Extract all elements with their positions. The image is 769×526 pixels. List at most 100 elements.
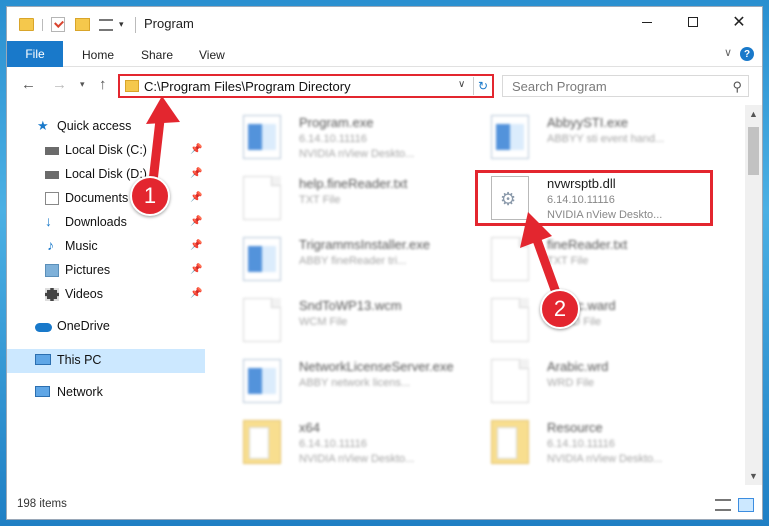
file-name: NetworkLicenseServer.exe bbox=[299, 359, 454, 374]
scroll-thumb[interactable] bbox=[748, 127, 759, 175]
file-item[interactable]: Arabic.ward WARD File bbox=[467, 290, 717, 348]
file-description: ABBY network licens... bbox=[299, 377, 411, 389]
sidebar-item-quick-access[interactable]: ★ Quick access bbox=[7, 115, 205, 139]
sidebar-item-label: Documents bbox=[65, 191, 129, 205]
music-icon: ♪ bbox=[47, 237, 54, 253]
up-arrow-icon[interactable]: ↑ bbox=[99, 76, 107, 93]
file-name: AbbyySTI.exe bbox=[547, 115, 628, 130]
folder-icon[interactable] bbox=[19, 18, 34, 31]
file-item[interactable]: AbbyySTI.exe ABBYY sti event hand... bbox=[467, 107, 717, 165]
sidebar-item-label: Downloads bbox=[65, 215, 127, 229]
folder-item[interactable]: Resource 6.14.10.11116 NVIDIA nView Desk… bbox=[467, 412, 717, 470]
file-name: TrigrammsInstaller.exe bbox=[299, 237, 430, 252]
file-item[interactable]: SndToWP13.wcm WCM File bbox=[219, 290, 469, 348]
pin-icon[interactable]: 📌 bbox=[190, 216, 202, 227]
exe-icon bbox=[491, 115, 529, 159]
sidebar-item-documents[interactable]: Documents 📌 bbox=[7, 187, 205, 211]
refresh-icon[interactable]: ↻ bbox=[473, 77, 492, 95]
file-type: TXT File bbox=[547, 255, 589, 267]
back-arrow-icon[interactable]: ← bbox=[21, 76, 36, 93]
sidebar-item-label: Local Disk (D:) bbox=[65, 167, 147, 181]
file-item[interactable]: fineReader.txt TXT File bbox=[467, 229, 717, 287]
ribbon-tabs: File Home Share View ∨ ? bbox=[7, 41, 762, 67]
scroll-up-icon[interactable]: ▲ bbox=[749, 109, 758, 119]
search-input[interactable]: Search Program ⚲ bbox=[502, 75, 749, 97]
document-icon bbox=[243, 298, 281, 342]
item-count: 198 items bbox=[17, 498, 67, 510]
file-description: NVIDIA nView Deskto... bbox=[299, 453, 415, 465]
sidebar-item-label: OneDrive bbox=[57, 319, 110, 333]
recent-locations-icon[interactable]: ▾ bbox=[80, 79, 85, 90]
file-description: NVIDIA nView Deskto... bbox=[299, 148, 415, 160]
address-bar[interactable]: C:\Program Files\Program Directory ∨ ↻ bbox=[118, 74, 494, 98]
close-button[interactable]: ✕ bbox=[716, 7, 762, 37]
search-icon[interactable]: ⚲ bbox=[732, 79, 742, 95]
properties-check-icon[interactable] bbox=[51, 17, 65, 32]
folder-item[interactable]: x64 6.14.10.11116 NVIDIA nView Deskto... bbox=[219, 412, 469, 470]
file-item[interactable]: Arabic.wrd WRD File bbox=[467, 351, 717, 409]
address-path[interactable]: C:\Program Files\Program Directory bbox=[144, 79, 351, 94]
minimize-icon bbox=[642, 21, 652, 23]
drive-icon bbox=[45, 171, 59, 179]
tab-home[interactable]: Home bbox=[82, 48, 114, 62]
scroll-down-icon[interactable]: ▼ bbox=[749, 471, 758, 481]
customize-icon[interactable] bbox=[99, 19, 113, 31]
tab-view[interactable]: View bbox=[199, 48, 225, 62]
file-name: Arabic.wrd bbox=[547, 359, 609, 374]
pin-icon[interactable]: 📌 bbox=[190, 168, 202, 179]
pin-icon[interactable]: 📌 bbox=[190, 192, 202, 203]
pictures-icon bbox=[45, 264, 59, 277]
window-title: Program bbox=[144, 16, 194, 31]
sidebar-item-downloads[interactable]: ↓ Downloads 📌 bbox=[7, 211, 205, 235]
pin-icon[interactable]: 📌 bbox=[190, 240, 202, 251]
tab-share[interactable]: Share bbox=[141, 48, 173, 62]
sidebar-item-videos[interactable]: Videos 📌 bbox=[7, 283, 205, 307]
tab-file[interactable]: File bbox=[7, 41, 63, 67]
sidebar-item-pictures[interactable]: Pictures 📌 bbox=[7, 259, 205, 283]
new-folder-icon[interactable] bbox=[75, 18, 90, 31]
drive-icon bbox=[45, 147, 59, 155]
sidebar-item-local-disk-d[interactable]: Local Disk (D:) 📌 bbox=[7, 163, 205, 187]
tiles-view-icon[interactable] bbox=[738, 498, 754, 512]
vertical-scrollbar[interactable]: ▲ ▼ bbox=[745, 105, 762, 485]
pin-icon[interactable]: 📌 bbox=[190, 264, 202, 275]
file-description: ABBYY sti event hand... bbox=[547, 133, 665, 145]
forward-arrow-icon[interactable]: → bbox=[52, 76, 67, 93]
minimize-button[interactable] bbox=[624, 7, 670, 37]
document-icon bbox=[243, 176, 281, 220]
pin-icon[interactable]: 📌 bbox=[190, 288, 202, 299]
search-placeholder: Search Program bbox=[512, 79, 607, 94]
details-view-icon[interactable] bbox=[715, 499, 731, 511]
sidebar-item-network[interactable]: Network bbox=[7, 381, 205, 405]
file-type: TXT File bbox=[299, 194, 341, 206]
pin-icon[interactable]: 📌 bbox=[190, 144, 202, 155]
download-icon: ↓ bbox=[45, 213, 52, 229]
star-icon: ★ bbox=[37, 118, 49, 133]
status-bar: 198 items bbox=[7, 491, 762, 519]
sidebar-item-music[interactable]: ♪ Music 📌 bbox=[7, 235, 205, 259]
expand-ribbon-icon[interactable]: ∨ bbox=[724, 46, 732, 59]
help-icon[interactable]: ? bbox=[740, 47, 754, 61]
file-name: Program.exe bbox=[299, 115, 374, 130]
exe-icon bbox=[243, 237, 281, 281]
maximize-button[interactable] bbox=[670, 7, 716, 37]
close-icon: ✕ bbox=[732, 14, 746, 31]
step-marker-1: 1 bbox=[130, 176, 170, 216]
file-name: fineReader.txt bbox=[547, 237, 628, 252]
exe-icon bbox=[243, 359, 281, 403]
folder-icon bbox=[125, 80, 139, 92]
sidebar-item-label: This PC bbox=[57, 353, 102, 367]
quick-access-dropdown-icon[interactable]: ▾ bbox=[119, 19, 124, 35]
file-item[interactable]: help.fineReader.txt TXT File bbox=[219, 168, 469, 226]
file-item[interactable]: TrigrammsInstaller.exe ABBY fineReader t… bbox=[219, 229, 469, 287]
file-item[interactable]: NetworkLicenseServer.exe ABBY network li… bbox=[219, 351, 469, 409]
sidebar-item-local-disk-c[interactable]: Local Disk (C:) 📌 bbox=[7, 139, 205, 163]
document-icon bbox=[491, 237, 529, 281]
sidebar-item-onedrive[interactable]: OneDrive bbox=[7, 315, 205, 339]
address-history-chevron-icon[interactable]: ∨ bbox=[458, 79, 465, 90]
file-name: Resource bbox=[547, 420, 603, 435]
file-item[interactable]: Program.exe 6.14.10.11116 NVIDIA nView D… bbox=[219, 107, 469, 165]
videos-icon bbox=[45, 288, 59, 301]
file-version: 6.14.10.11116 bbox=[299, 438, 367, 450]
sidebar-item-this-pc[interactable]: This PC bbox=[7, 349, 205, 373]
